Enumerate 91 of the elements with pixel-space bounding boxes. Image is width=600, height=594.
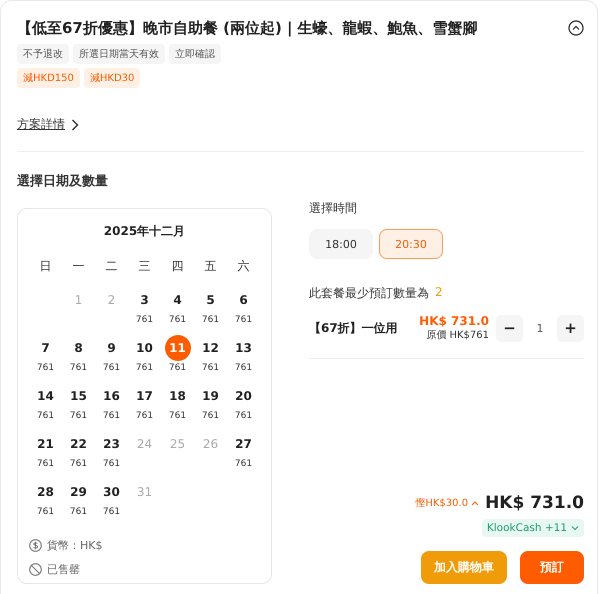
day-price: 761 xyxy=(234,315,252,325)
calendar-day: 26 xyxy=(198,431,224,457)
calendar-day[interactable]: 4 xyxy=(164,287,190,313)
calendar-day: 24 xyxy=(132,431,158,457)
calendar-day[interactable]: 9 xyxy=(98,335,124,361)
calendar-day[interactable]: 23 xyxy=(98,431,124,457)
calendar-day[interactable]: 15 xyxy=(66,383,92,409)
day-price: 761 xyxy=(202,411,220,421)
weekday-label: 三 xyxy=(138,258,152,275)
minimum-quantity-note: 此套餐最少預訂數量為 xyxy=(309,285,429,302)
calendar-day[interactable]: 17 xyxy=(132,383,158,409)
quantity-value: 1 xyxy=(536,322,544,334)
calendar-day[interactable]: 30 xyxy=(98,479,124,505)
calendar-day[interactable]: 21 xyxy=(32,431,58,457)
info-tag: 立即確認 xyxy=(169,44,221,64)
increase-button[interactable]: + xyxy=(557,314,584,342)
total-price: HK$ 731.0 xyxy=(485,493,584,513)
day-price: 761 xyxy=(102,507,120,517)
day-price: 761 xyxy=(102,459,120,469)
section-title: 選擇日期及數量 xyxy=(17,173,109,190)
calendar-day: 25 xyxy=(164,431,190,457)
discount-tag: 減HKD150 xyxy=(17,68,80,88)
day-price: 761 xyxy=(234,411,252,421)
day-price: 761 xyxy=(36,363,54,373)
day-price: 761 xyxy=(136,363,154,373)
day-price: 761 xyxy=(234,363,252,373)
calendar-day[interactable]: 20 xyxy=(230,383,256,409)
legend-label: 已售罄 xyxy=(47,562,80,576)
calendar-month: 2025年十二月 xyxy=(102,223,186,240)
weekday-label: 六 xyxy=(236,258,250,275)
chevron-up-icon xyxy=(471,500,480,506)
section-label: 選擇時間 xyxy=(309,200,358,217)
info-tag: 不予退改 xyxy=(17,44,69,64)
deal-title: 【低至67折優惠】晚市自助餐 (兩位起) | 生蠔、龍蝦、鮑魚、雪蟹腳 xyxy=(17,19,478,38)
day-price: 761 xyxy=(36,411,54,421)
discount-tag: 減HKD30 xyxy=(84,68,140,88)
calendar-day[interactable]: 5 xyxy=(198,287,224,313)
day-price: 761 xyxy=(136,315,154,325)
ban-icon xyxy=(29,562,42,576)
legend-label: 貨幣：HK$ xyxy=(47,538,102,552)
day-price: 761 xyxy=(70,459,88,469)
chevron-down-icon xyxy=(571,525,579,531)
calendar-day[interactable]: 7 xyxy=(32,335,58,361)
collapse-icon[interactable] xyxy=(568,20,584,36)
day-price: 761 xyxy=(168,363,186,373)
calendar-day[interactable]: 16 xyxy=(98,383,124,409)
day-price: 761 xyxy=(36,459,54,469)
calendar-day[interactable]: 29 xyxy=(66,479,92,505)
savings-amount: 慳HK$30.0 xyxy=(415,496,468,510)
day-price: 761 xyxy=(102,363,120,373)
minimum-quantity-value: 2 xyxy=(435,285,443,301)
day-price: 761 xyxy=(202,363,220,373)
calendar-day[interactable]: 6 xyxy=(230,287,256,313)
day-price: 761 xyxy=(102,411,120,421)
weekday-label: 一 xyxy=(72,258,86,275)
calendar-day[interactable]: 22 xyxy=(66,431,92,457)
calendar-day[interactable]: 8 xyxy=(66,335,92,361)
package-name: 【67折】一位用 xyxy=(309,320,399,336)
day-price: 761 xyxy=(136,411,154,421)
day-price: 761 xyxy=(70,411,88,421)
day-price: 761 xyxy=(234,459,252,469)
day-price: 761 xyxy=(70,363,88,373)
calendar-day[interactable]: 19 xyxy=(198,383,224,409)
calendar-day: 31 xyxy=(132,479,158,505)
day-price: 761 xyxy=(36,507,54,517)
dollar-icon xyxy=(29,538,42,552)
calendar-day[interactable]: 27 xyxy=(230,431,256,457)
day-price: 761 xyxy=(70,507,88,517)
decrease-button[interactable]: − xyxy=(496,314,523,342)
day-price: 761 xyxy=(168,411,186,421)
calendar-day[interactable]: 13 xyxy=(230,335,256,361)
calendar-day[interactable]: 28 xyxy=(32,479,58,505)
original-price: 原價 HK$761 xyxy=(426,329,489,342)
calendar-day[interactable]: 18 xyxy=(164,383,190,409)
weekday-label: 日 xyxy=(38,258,52,275)
day-price: 761 xyxy=(202,315,220,325)
chevron-right-icon xyxy=(71,118,79,130)
time-slot-button[interactable]: 18:00 xyxy=(309,229,373,259)
weekday-label: 五 xyxy=(204,258,218,275)
calendar-day[interactable]: 3 xyxy=(132,287,158,313)
weekday-label: 二 xyxy=(104,258,118,275)
day-price: 761 xyxy=(168,315,186,325)
weekday-label: 四 xyxy=(170,258,184,275)
calendar-day: 2 xyxy=(98,287,124,313)
calendar-day[interactable]: 10 xyxy=(132,335,158,361)
info-tag: 所選日期當天有效 xyxy=(73,44,165,64)
calendar-day: 1 xyxy=(66,287,92,313)
calendar-day[interactable]: 14 xyxy=(32,383,58,409)
package-price: HK$ 731.0 xyxy=(419,314,489,328)
plan-details-link[interactable]: 方案詳情 xyxy=(17,116,65,133)
calendar-day[interactable]: 12 xyxy=(198,335,224,361)
